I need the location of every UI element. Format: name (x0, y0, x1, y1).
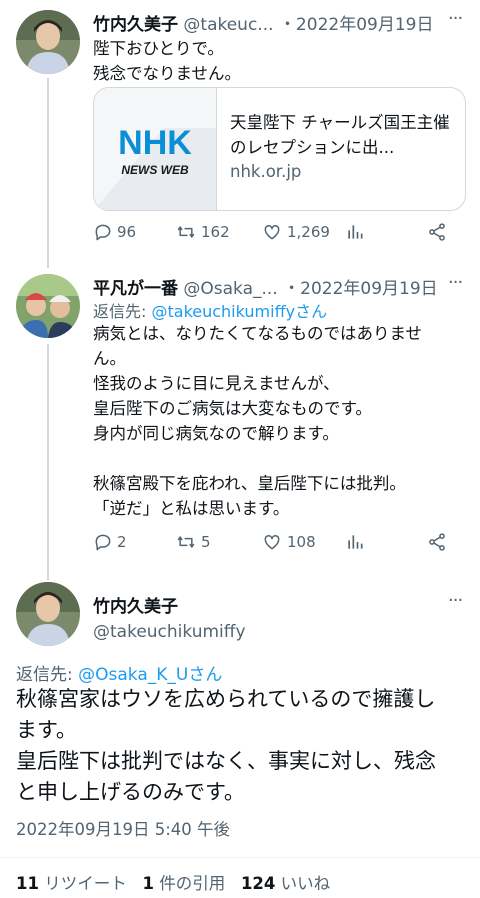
svg-text:NEWS WEB: NEWS WEB (121, 163, 189, 177)
share-button[interactable] (427, 532, 451, 552)
reply-icon (95, 224, 111, 241)
avatar[interactable] (16, 274, 80, 338)
avatar[interactable] (16, 10, 80, 74)
mention-link[interactable]: @Osaka_K_Uさん (78, 665, 222, 685)
tweet-actions: 2 5 108 (93, 532, 464, 562)
tweet-header: 平凡が一番 @Osaka_... ・2022年09月19日 (93, 274, 438, 299)
retweet-button[interactable]: 162 (175, 222, 230, 242)
retweet-icon (177, 226, 195, 238)
analytics-button[interactable] (345, 532, 369, 552)
timestamp[interactable]: ・2022年09月19日 (283, 279, 438, 299)
svg-text:NHK: NHK (118, 124, 192, 162)
tweet-2[interactable]: 平凡が一番 @Osaka_... ・2022年09月19日 ··· 返信先: @… (0, 268, 480, 580)
mention-link[interactable]: @takeuchikumiffyさん (151, 302, 327, 321)
tweet-1[interactable]: 竹内久美子 @takeuc... ・2022年09月19日 ··· 陛下おひとり… (0, 0, 480, 268)
share-icon (429, 533, 445, 551)
analytics-icon (348, 535, 363, 549)
card-domain: nhk.or.jp (230, 162, 302, 181)
handle[interactable]: @Osaka_... (183, 279, 277, 299)
more-icon[interactable]: ··· (448, 272, 463, 293)
link-card[interactable]: NHK NEWS WEB 天皇陛下 チャールズ国王主催のレセプションに出... … (93, 87, 466, 211)
more-icon[interactable]: ··· (448, 8, 463, 29)
heart-icon (264, 534, 280, 550)
display-name[interactable]: 竹内久美子 (93, 15, 178, 35)
avatar[interactable] (16, 582, 80, 646)
handle[interactable]: @takeuc... (183, 15, 273, 35)
share-icon (429, 223, 445, 241)
analytics-button[interactable] (345, 222, 369, 242)
reply-button[interactable]: 96 (93, 222, 136, 242)
display-name[interactable]: 平凡が一番 (93, 279, 178, 299)
tweet-actions: 96 162 1,269 (93, 222, 464, 252)
reply-button[interactable]: 2 (93, 532, 127, 552)
quotes-stat[interactable]: 1 件の引用 (142, 874, 225, 893)
engagement-stats: 11 リツイート 1 件の引用 124 いいね (16, 870, 330, 894)
heart-icon (264, 224, 280, 240)
tweet-timestamp[interactable]: 2022年09月19日 5:40 午後 (16, 816, 230, 840)
retweets-stat[interactable]: 11 リツイート (16, 874, 127, 893)
thread-line (47, 78, 49, 268)
like-button[interactable]: 108 (261, 532, 316, 552)
retweet-icon (177, 536, 195, 548)
display-name[interactable]: 竹内久美子 (93, 592, 178, 617)
replying-to: 返信先: @takeuchikumiffyさん (93, 302, 328, 321)
more-icon[interactable]: ··· (448, 590, 463, 611)
card-title: 天皇陛下 チャールズ国王主催のレセプションに出... (230, 113, 450, 157)
analytics-icon (348, 225, 363, 239)
like-button[interactable]: 1,269 (261, 222, 330, 242)
tweet-text: 病気とは、なりたくてなるものではありませ ん。 怪我のように目に見えませんが、 … (93, 324, 423, 518)
tweet-text: 陛下おひとりで。 残念でなりません。 (93, 39, 242, 83)
handle[interactable]: @takeuchikumiffy (93, 622, 246, 642)
tweet-text: 秋篠宮家はウソを広められているので擁護し ます。 皇后陛下は批判ではなく、事実に… (16, 687, 436, 804)
tweet-header: 竹内久美子 @takeuc... ・2022年09月19日 (93, 10, 433, 35)
timestamp[interactable]: ・2022年09月19日 (279, 15, 434, 35)
nhk-logo: NHK NEWS WEB (94, 88, 217, 210)
likes-stat[interactable]: 124 いいね (241, 874, 330, 893)
replying-to: 返信先: @Osaka_K_Uさん (16, 665, 223, 685)
thread-line (47, 344, 49, 580)
divider (0, 857, 480, 858)
reply-icon (95, 534, 111, 551)
retweet-button[interactable]: 5 (175, 532, 211, 552)
tweet-3-focused: 竹内久美子 @takeuchikumiffy ··· 返信先: @Osaka_K… (0, 580, 480, 898)
share-button[interactable] (427, 222, 451, 242)
